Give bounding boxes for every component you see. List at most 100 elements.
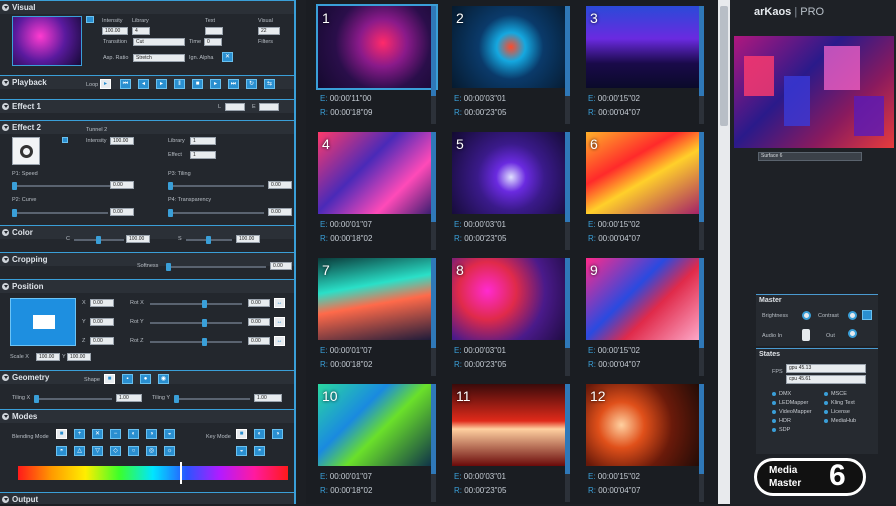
repeat-icon[interactable]: ↻ <box>246 79 257 89</box>
key-alpha-icon[interactable]: ◒ <box>236 446 247 456</box>
collapse-icon[interactable] <box>2 4 9 11</box>
collapse-icon[interactable] <box>2 256 9 263</box>
rot-y-slider[interactable] <box>150 319 242 327</box>
blend-luma-icon[interactable]: ☼ <box>164 446 175 456</box>
surface-select[interactable]: Surface 6 <box>758 152 862 161</box>
p3-field[interactable]: 0.00 <box>268 181 292 189</box>
key-chroma-icon[interactable]: ◑ <box>272 429 283 439</box>
clip-thumbnail[interactable]: 3 <box>586 6 704 88</box>
p4-field[interactable]: 0.00 <box>268 208 292 216</box>
effect1-effect-field[interactable] <box>259 103 279 111</box>
play-icon[interactable]: ▸ <box>156 79 167 89</box>
blend-alpha-icon[interactable]: ○ <box>128 446 139 456</box>
clip-thumbnail[interactable]: 2 <box>452 6 570 88</box>
color-c-slider[interactable] <box>74 236 124 244</box>
loop-mode-icon[interactable]: ▸ <box>100 79 111 89</box>
clip-cell[interactable]: 6 E: 00:00'15"02 R: 00:00'04"07 <box>574 126 704 254</box>
collapse-icon[interactable] <box>2 496 9 503</box>
key-none-icon[interactable]: ■ <box>236 429 247 439</box>
clip-thumbnail[interactable]: 7 <box>318 258 436 340</box>
p2-field[interactable]: 0.00 <box>110 208 134 216</box>
aspect-select[interactable]: Stretch <box>133 54 185 62</box>
text-field[interactable] <box>205 27 223 35</box>
blend-normal-icon[interactable]: ■ <box>56 429 67 439</box>
pos-y-field[interactable]: 0.00 <box>90 318 114 326</box>
clip-thumbnail[interactable]: 9 <box>586 258 704 340</box>
blend-difference-icon[interactable]: △ <box>74 446 85 456</box>
collapse-icon[interactable] <box>2 283 9 290</box>
skip-back-icon[interactable]: ⏮ <box>120 79 131 89</box>
shape-quad-icon[interactable]: ▪ <box>122 374 133 384</box>
effect2-header[interactable]: Effect 2 <box>0 121 294 134</box>
skip-forward-icon[interactable]: ⏭ <box>228 79 239 89</box>
color-s-field[interactable]: 100.00 <box>236 235 260 243</box>
position-header[interactable]: Position <box>0 280 294 293</box>
library-field[interactable]: 4 <box>132 27 150 35</box>
clip-thumbnail[interactable]: 1 <box>316 4 438 90</box>
clip-cell[interactable]: 11 E: 00:00'03"01 R: 00:00'23"05 <box>440 378 570 506</box>
brightness-knob-icon[interactable] <box>802 311 811 320</box>
rot-x-field[interactable]: 0.00 <box>248 299 270 307</box>
blend-multiply-icon[interactable]: ✕ <box>92 429 103 439</box>
tiling-x-field[interactable]: 1.00 <box>116 394 142 402</box>
p1-field[interactable]: 0.00 <box>110 181 134 189</box>
clip-thumbnail[interactable]: 8 <box>452 258 570 340</box>
bounce-icon[interactable]: ⇆ <box>264 79 275 89</box>
time-field[interactable]: 0 <box>204 38 222 46</box>
blend-mask-icon[interactable]: ◇ <box>110 446 121 456</box>
blend-add-icon[interactable]: + <box>74 429 85 439</box>
blend-lighten-icon[interactable]: ◒ <box>164 429 175 439</box>
rewind-icon[interactable]: ◂ <box>138 79 149 89</box>
shape-circle-icon[interactable]: ● <box>140 374 151 384</box>
collapse-icon[interactable] <box>2 103 9 110</box>
rot-x-reset-icon[interactable]: ↔ <box>274 298 285 308</box>
collapse-icon[interactable] <box>2 229 9 236</box>
scale-y-field[interactable]: 100.00 <box>67 353 91 361</box>
rot-z-slider[interactable] <box>150 338 242 346</box>
effect1-library-field[interactable] <box>225 103 245 111</box>
visual-field[interactable]: 22 <box>258 27 280 35</box>
color-c-field[interactable]: 100.00 <box>126 235 150 243</box>
stop-icon[interactable]: ■ <box>192 79 203 89</box>
out-knob-icon[interactable] <box>848 329 857 338</box>
collapse-icon[interactable] <box>2 79 9 86</box>
tiling-y-slider[interactable] <box>174 395 250 403</box>
output-header[interactable]: Output <box>0 493 294 504</box>
clip-thumbnail[interactable]: 4 <box>318 132 436 214</box>
library-field[interactable]: 1 <box>190 137 216 145</box>
p4-slider[interactable] <box>168 209 264 217</box>
tiling-x-slider[interactable] <box>34 395 112 403</box>
collapse-icon[interactable] <box>2 124 9 131</box>
clip-cell[interactable]: 10 E: 00:00'01"07 R: 00:00'18"02 <box>306 378 436 506</box>
blend-subtract-icon[interactable]: − <box>110 429 121 439</box>
color-spectrum-bar[interactable] <box>18 466 288 480</box>
clip-thumbnail[interactable]: 6 <box>586 132 704 214</box>
collapse-icon[interactable] <box>2 413 9 420</box>
key-invert-icon[interactable]: ◓ <box>254 446 265 456</box>
transition-select[interactable]: Cut <box>133 38 185 46</box>
grid-scroll-thumb[interactable] <box>720 6 728 126</box>
shape-square-icon[interactable]: ■ <box>104 374 115 384</box>
tiling-y-field[interactable]: 1.00 <box>254 394 282 402</box>
visual-header[interactable]: Visual <box>0 1 294 14</box>
ign-alpha-icon[interactable]: ✕ <box>222 52 233 62</box>
contrast-knob-icon[interactable] <box>848 311 857 320</box>
visual-preview-thumbnail[interactable] <box>12 16 82 66</box>
blend-exclusion-icon[interactable]: ▽ <box>92 446 103 456</box>
blend-overlay-icon[interactable]: ◑ <box>146 429 157 439</box>
blend-screen-icon[interactable]: ◐ <box>128 429 139 439</box>
softness-field[interactable]: 0.00 <box>270 262 292 270</box>
collapse-icon[interactable] <box>2 374 9 381</box>
pause-icon[interactable]: ‖ <box>174 79 185 89</box>
scale-x-field[interactable]: 100.00 <box>36 353 60 361</box>
audio-in-toggle[interactable] <box>802 329 810 341</box>
p3-slider[interactable] <box>168 182 264 190</box>
softness-slider[interactable] <box>166 263 266 271</box>
effect-tunnel-icon[interactable] <box>12 137 40 165</box>
pos-z-field[interactable]: 0.00 <box>90 337 114 345</box>
clip-cell[interactable]: 2 E: 00:00'03"01 R: 00:00'23"05 <box>440 0 570 128</box>
grid-scrollbar[interactable] <box>718 0 730 504</box>
clip-cell[interactable]: 7 E: 00:00'01"07 R: 00:00'18"02 <box>306 252 436 380</box>
p2-slider[interactable] <box>12 209 108 217</box>
clip-thumbnail[interactable]: 5 <box>452 132 570 214</box>
